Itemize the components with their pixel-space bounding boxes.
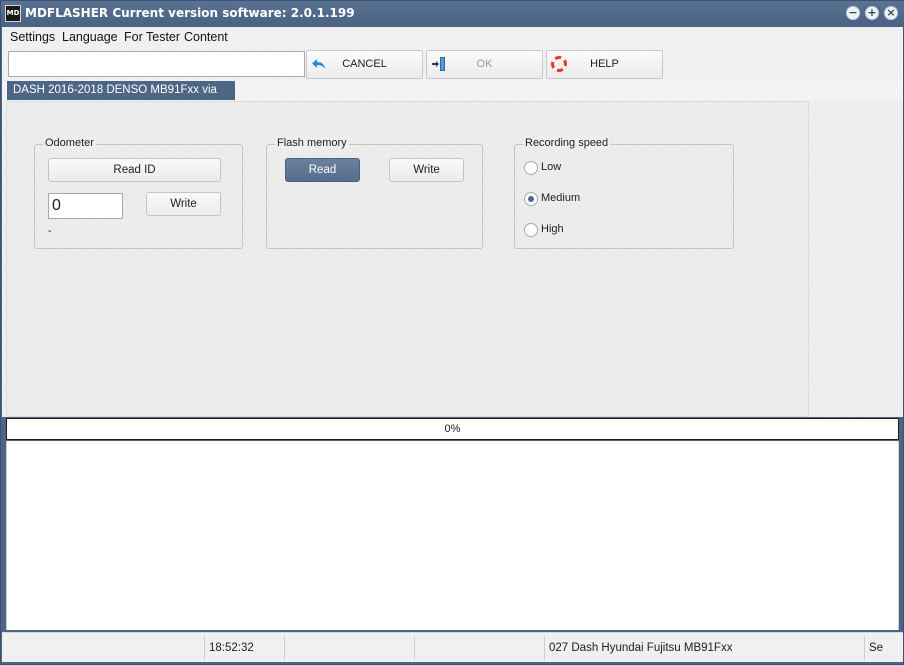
command-input[interactable] bbox=[8, 51, 305, 77]
status-time: 18:52:32 bbox=[205, 636, 285, 660]
menu-bar: Settings Language For Tester Content bbox=[2, 27, 903, 48]
title-bar[interactable]: MD MDFLASHER Current version software: 2… bbox=[1, 1, 904, 27]
menu-for-tester[interactable]: For Tester bbox=[124, 30, 180, 44]
status-cell-empty-2 bbox=[285, 636, 415, 660]
progress-bar: 0% bbox=[6, 418, 899, 440]
flash-write-button[interactable]: Write bbox=[389, 158, 464, 182]
odometer-title: Odometer bbox=[43, 137, 96, 149]
recording-speed-group: Recording speed Low Medium High bbox=[514, 137, 734, 249]
close-button[interactable]: × bbox=[884, 6, 898, 20]
flash-memory-group: Flash memory Read Write bbox=[266, 137, 483, 249]
ok-button[interactable]: OK bbox=[426, 50, 543, 79]
toolbar: CANCEL OK HELP bbox=[2, 48, 903, 81]
tab-dash-denso[interactable]: DASH 2016-2018 DENSO MB91Fxx via OBDII bbox=[7, 81, 235, 114]
progress-label: 0% bbox=[444, 423, 461, 435]
app-window: MD MDFLASHER Current version software: 2… bbox=[0, 0, 904, 665]
cancel-label: CANCEL bbox=[342, 58, 387, 70]
status-cell-empty-1 bbox=[6, 636, 205, 660]
flash-read-button[interactable]: Read bbox=[285, 158, 360, 182]
radio-high[interactable] bbox=[524, 223, 538, 237]
odometer-note: - bbox=[48, 225, 52, 237]
status-bar: 18:52:32 027 Dash Hyundai Fujitsu MB91Fx… bbox=[2, 632, 903, 662]
minimize-button[interactable]: − bbox=[846, 6, 860, 20]
speed-medium-label: Medium bbox=[541, 192, 581, 204]
flash-memory-title: Flash memory bbox=[275, 137, 349, 149]
ok-label: OK bbox=[476, 58, 493, 70]
log-output[interactable] bbox=[6, 441, 899, 630]
main-content: Odometer Read ID 0 Write - Flash memory … bbox=[2, 100, 903, 417]
cancel-button[interactable]: CANCEL bbox=[306, 50, 423, 79]
read-id-button[interactable]: Read ID bbox=[48, 158, 221, 182]
maximize-button[interactable]: + bbox=[865, 6, 879, 20]
undo-arrow-icon bbox=[311, 56, 327, 72]
menu-content[interactable]: Content bbox=[184, 30, 228, 44]
speed-high-label: High bbox=[541, 223, 564, 235]
help-label: HELP bbox=[590, 58, 619, 70]
menu-language[interactable]: Language bbox=[62, 30, 118, 44]
status-cell-empty-3 bbox=[415, 636, 545, 660]
app-logo-icon: MD bbox=[5, 5, 21, 22]
odometer-write-button[interactable]: Write bbox=[146, 192, 221, 216]
window-title: MDFLASHER Current version software: 2.0.… bbox=[25, 6, 355, 20]
radio-medium[interactable] bbox=[524, 192, 538, 206]
exit-door-icon bbox=[431, 56, 447, 72]
odometer-value-input[interactable]: 0 bbox=[48, 193, 123, 219]
odometer-group: Odometer Read ID 0 Write - bbox=[34, 137, 243, 249]
menu-settings[interactable]: Settings bbox=[10, 30, 55, 44]
status-device: 027 Dash Hyundai Fujitsu MB91Fxx bbox=[545, 636, 865, 660]
device-panel: Odometer Read ID 0 Write - Flash memory … bbox=[6, 101, 809, 417]
lifebuoy-icon bbox=[551, 56, 567, 72]
help-button[interactable]: HELP bbox=[546, 50, 663, 79]
recording-speed-title: Recording speed bbox=[523, 137, 611, 149]
status-extra: Se bbox=[869, 642, 884, 654]
speed-low-label: Low bbox=[541, 161, 562, 173]
radio-low[interactable] bbox=[524, 161, 538, 175]
tab-strip: DASH 2016-2018 DENSO MB91Fxx via OBDII bbox=[2, 81, 903, 114]
